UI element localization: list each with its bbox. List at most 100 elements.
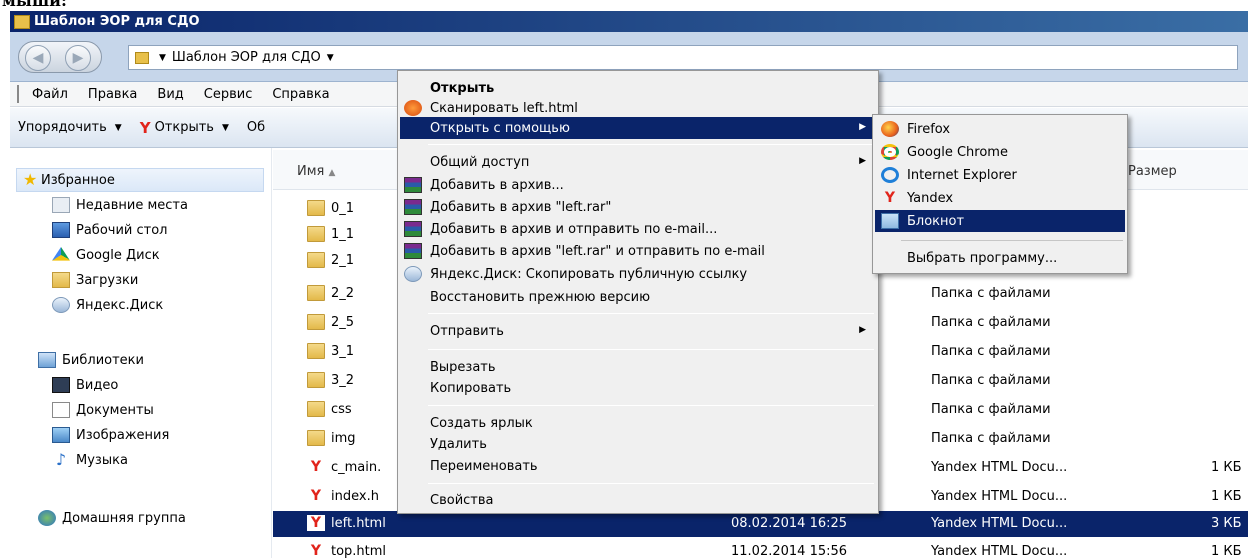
navigation-pane: ★ Избранное Недавние места Рабочий стол … [10, 148, 272, 558]
back-button[interactable]: ◀ [25, 45, 51, 71]
ctx-scan[interactable]: Сканировать left.html [400, 97, 876, 119]
open-label: Открыть [154, 120, 214, 135]
file-name: 3_1 [331, 344, 355, 359]
breadcrumb-path[interactable]: Шаблон ЭОР для СДО [172, 50, 321, 65]
sidebar-item-desktop[interactable]: Рабочий стол [52, 222, 167, 238]
column-name[interactable]: Имя ▲ [297, 164, 335, 179]
sidebar-item-yandex-disk[interactable]: Яндекс.Диск [52, 297, 163, 313]
yandex-html-file-icon: Y [310, 488, 322, 504]
file-name: top.html [331, 544, 387, 558]
menu-view[interactable]: Вид [157, 87, 183, 102]
file-row[interactable]: Ytop.html 11.02.2014 15:56 Yandex HTML Doc… [273, 539, 1248, 558]
file-name: img [331, 431, 356, 446]
sidebar-item-documents[interactable]: Документы [52, 402, 154, 418]
share-label: Об [246, 120, 266, 135]
submenu-label: Google Chrome [907, 144, 1008, 160]
menu-grip [17, 85, 19, 103]
file-row[interactable]: Yleft.html 08.02.2014 16:25 Yandex HTML Do… [273, 511, 1248, 537]
sidebar-item-libraries[interactable]: Библиотеки [38, 352, 144, 368]
sidebar-label: Домашняя группа [62, 510, 186, 526]
column-size[interactable]: Размер [1128, 164, 1177, 179]
star-icon: ★ [23, 170, 38, 189]
open-button[interactable]: Y Открыть ▼ [140, 119, 229, 137]
sidebar-item-video[interactable]: Видео [52, 377, 118, 393]
ctx-label: Добавить в архив... [430, 177, 564, 193]
open-with-choose-program[interactable]: Выбрать программу... [875, 247, 1125, 269]
antivirus-icon [404, 100, 422, 116]
yandex-disk-icon [404, 266, 422, 282]
ctx-label: Общий доступ [430, 154, 530, 170]
open-with-notepad[interactable]: Блокнот [875, 210, 1125, 232]
submenu-arrow-icon: ▶ [859, 156, 866, 166]
sidebar-item-images[interactable]: Изображения [52, 427, 169, 443]
context-menu: Открыть Сканировать left.html Открыть с … [397, 70, 879, 514]
open-with-chrome[interactable]: Google Chrome [875, 141, 1125, 163]
sidebar-item-downloads[interactable]: Загрузки [52, 272, 138, 288]
submenu-label: Yandex [907, 190, 954, 206]
submenu-arrow-icon: ▶ [859, 122, 866, 132]
sidebar-item-google-drive[interactable]: Google Диск [52, 247, 160, 263]
file-type: Папка с файлами [931, 402, 1051, 417]
ctx-yandex-disk[interactable]: Яндекс.Диск: Скопировать публичную ссылк… [400, 263, 876, 285]
file-size: 1 КБ [1211, 489, 1242, 504]
ctx-send-to[interactable]: Отправить ▶ [400, 320, 876, 342]
file-size: 3 КБ [1211, 516, 1242, 531]
file-name: left.html [331, 516, 386, 531]
ctx-add-rar[interactable]: Добавить в архив "left.rar" [400, 196, 876, 218]
file-name: 3_2 [331, 373, 355, 388]
ctx-restore[interactable]: Восстановить прежнюю версию [400, 286, 876, 308]
ctx-share[interactable]: Общий доступ ▶ [400, 151, 876, 173]
images-icon [52, 427, 70, 443]
ctx-add-email[interactable]: Добавить в архив и отправить по e-mail..… [400, 218, 876, 240]
file-date: 08.02.2014 16:25 [731, 516, 848, 531]
submenu-label: Блокнот [907, 213, 965, 229]
forward-button[interactable]: ▶ [65, 45, 91, 71]
folder-icon [307, 314, 325, 330]
ctx-create-shortcut[interactable]: Создать ярлык [400, 412, 876, 434]
sidebar-label: Недавние места [76, 197, 188, 213]
breadcrumb-arrow-icon[interactable]: ▼ [159, 53, 166, 63]
organize-label: Упорядочить [18, 120, 107, 135]
submenu-label: Firefox [907, 121, 951, 137]
file-date: 11.02.2014 15:56 [731, 544, 848, 558]
yandex-icon: Y [139, 118, 151, 137]
winrar-icon [404, 221, 422, 237]
libraries-icon [38, 352, 56, 368]
file-size: 1 КБ [1211, 544, 1242, 558]
open-with-firefox[interactable]: Firefox [875, 118, 1125, 140]
sidebar-item-recent[interactable]: Недавние места [52, 197, 188, 213]
file-type: Yandex HTML Docu... [931, 460, 1068, 475]
ctx-properties[interactable]: Свойства [400, 489, 876, 511]
ctx-copy[interactable]: Копировать [400, 377, 876, 399]
organize-button[interactable]: Упорядочить ▼ [18, 120, 122, 135]
ctx-delete[interactable]: Удалить [400, 433, 876, 455]
file-type: Папка с файлами [931, 286, 1051, 301]
yandex-html-file-icon: Y [310, 459, 322, 475]
open-with-ie[interactable]: Internet Explorer [875, 164, 1125, 186]
folder-icon [307, 200, 325, 216]
menu-file[interactable]: Файл [32, 87, 68, 102]
chevron-down-icon[interactable]: ▼ [327, 53, 334, 63]
open-with-yandex[interactable]: Y Yandex [875, 187, 1125, 209]
ctx-open[interactable]: Открыть [400, 77, 876, 99]
submenu-label: Internet Explorer [907, 167, 1017, 183]
sidebar-item-homegroup[interactable]: Домашняя группа [38, 510, 186, 526]
ctx-cut[interactable]: Вырезать [400, 356, 876, 378]
separator [428, 313, 874, 314]
ctx-add-archive[interactable]: Добавить в архив... [400, 174, 876, 196]
menu-help[interactable]: Справка [272, 87, 329, 102]
ctx-rename[interactable]: Переименовать [400, 455, 876, 477]
menu-edit[interactable]: Правка [88, 87, 137, 102]
winrar-icon [404, 177, 422, 193]
ctx-open-with[interactable]: Открыть с помощью ▶ [400, 117, 876, 139]
share-button[interactable]: Об [247, 120, 265, 135]
notepad-icon [881, 213, 899, 229]
sidebar-item-music[interactable]: ♪ Музыка [52, 452, 128, 468]
ctx-add-rar-email[interactable]: Добавить в архив "left.rar" и отправить … [400, 240, 876, 262]
menu-tools[interactable]: Сервис [204, 87, 253, 102]
winrar-icon [404, 199, 422, 215]
address-field[interactable]: ▼ Шаблон ЭОР для СДО ▼ [128, 45, 1238, 70]
sidebar-label: Документы [76, 402, 154, 418]
desktop-icon [52, 222, 70, 238]
sidebar-item-favorites[interactable]: ★ Избранное [16, 168, 264, 192]
